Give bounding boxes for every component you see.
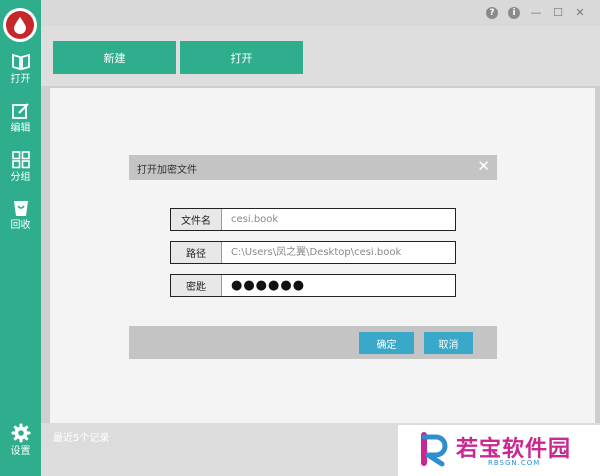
filename-label: 文件名 [171, 209, 222, 230]
maximize-icon[interactable]: ☐ [552, 7, 564, 19]
help-icon[interactable]: ? [486, 7, 498, 19]
sidebar-item-group[interactable]: 分组 [0, 151, 41, 183]
minimize-icon[interactable]: — [530, 7, 542, 19]
dialog-close-icon[interactable]: ✕ [477, 158, 490, 174]
open-button[interactable]: 打开 [180, 41, 303, 74]
filename-field[interactable]: 文件名 cesi.book [170, 208, 456, 231]
password-label: 密匙 [171, 275, 222, 296]
dialog-title: 打开加密文件 [137, 165, 197, 176]
recycle-bin-icon [13, 201, 28, 216]
sidebar-item-label: 分组 [10, 172, 31, 183]
password-value: ●●●●●● [231, 278, 306, 293]
sidebar-settings-label: 设置 [10, 446, 31, 457]
sidebar-item-settings[interactable]: 设置 [0, 423, 41, 457]
recent-records-text[interactable]: 最近5个记录 [53, 429, 109, 444]
close-icon[interactable]: ✕ [574, 7, 586, 19]
new-button[interactable]: 新建 [53, 41, 176, 74]
sidebar-item-edit[interactable]: 编辑 [0, 102, 41, 134]
watermark-url: RBSGN.COM [488, 459, 541, 467]
sidebar-item-recycle[interactable]: 回收 [0, 199, 41, 231]
sidebar-item-open[interactable]: 打开 [0, 53, 41, 85]
app-logo [3, 8, 37, 42]
path-value: C:\Users\凤之翼\Desktop\cesi.book [231, 247, 402, 258]
ok-button[interactable]: 确定 [359, 332, 414, 354]
edit-icon [11, 103, 29, 119]
grid-icon [11, 151, 30, 169]
dialog-title-bar: 打开加密文件 ✕ [129, 155, 497, 180]
watermark-logo-icon [421, 432, 448, 467]
cancel-button[interactable]: 取消 [424, 332, 473, 354]
sidebar-item-label: 编辑 [10, 123, 31, 134]
path-field[interactable]: 路径 C:\Users\凤之翼\Desktop\cesi.book [170, 241, 456, 264]
password-field[interactable]: 密匙 ●●●●●● [170, 274, 456, 297]
book-open-icon [11, 53, 30, 71]
filename-value: cesi.book [231, 214, 279, 225]
gear-icon [11, 423, 30, 443]
info-icon[interactable]: i [508, 7, 520, 19]
sidebar: 打开 编辑 分组 回收 设置 [0, 0, 41, 476]
title-bar: ? i — ☐ ✕ [41, 0, 600, 26]
sidebar-item-label: 打开 [10, 74, 31, 85]
path-label: 路径 [171, 242, 222, 263]
watermark: 若宝软件园 RBSGN.COM [398, 425, 600, 476]
sidebar-item-label: 回收 [10, 220, 31, 231]
